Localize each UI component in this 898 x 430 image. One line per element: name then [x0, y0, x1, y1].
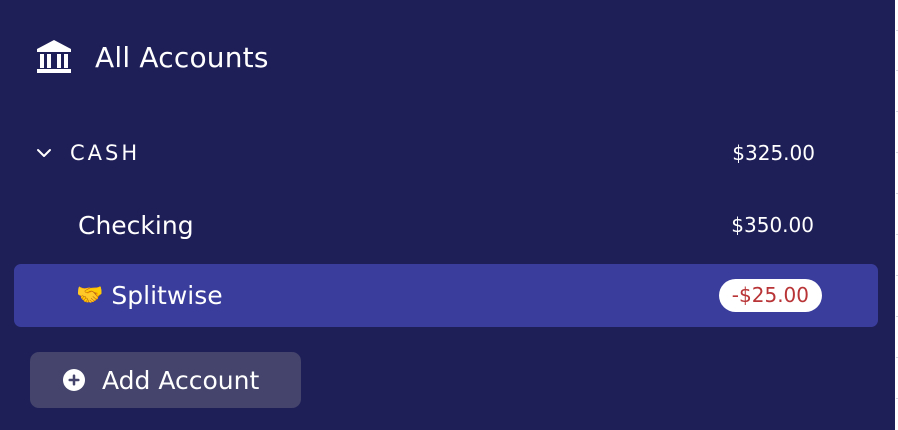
all-accounts-header[interactable]: All Accounts [34, 37, 269, 77]
account-balance: $350.00 [731, 213, 814, 237]
add-account-label: Add Account [102, 365, 260, 395]
add-account-button[interactable]: Add Account [30, 352, 301, 408]
group-total: $325.00 [732, 141, 815, 165]
account-group-cash[interactable]: CASH $325.00 [35, 136, 815, 170]
group-name: CASH [70, 141, 141, 165]
accounts-sidebar: All Accounts CASH $325.00 Checking $350.… [0, 0, 895, 430]
account-row-checking[interactable]: Checking $350.00 [78, 207, 814, 243]
account-name: Splitwise [111, 281, 223, 310]
negative-balance-badge: -$25.00 [718, 279, 822, 312]
bank-icon [37, 40, 71, 73]
account-name: Checking [78, 210, 194, 240]
handshake-icon: 🤝 [76, 282, 104, 308]
account-row-splitwise[interactable]: 🤝 Splitwise -$25.00 [14, 264, 878, 327]
plus-circle-icon [63, 369, 85, 391]
page-title: All Accounts [95, 40, 269, 74]
chevron-down-icon[interactable] [35, 144, 53, 162]
